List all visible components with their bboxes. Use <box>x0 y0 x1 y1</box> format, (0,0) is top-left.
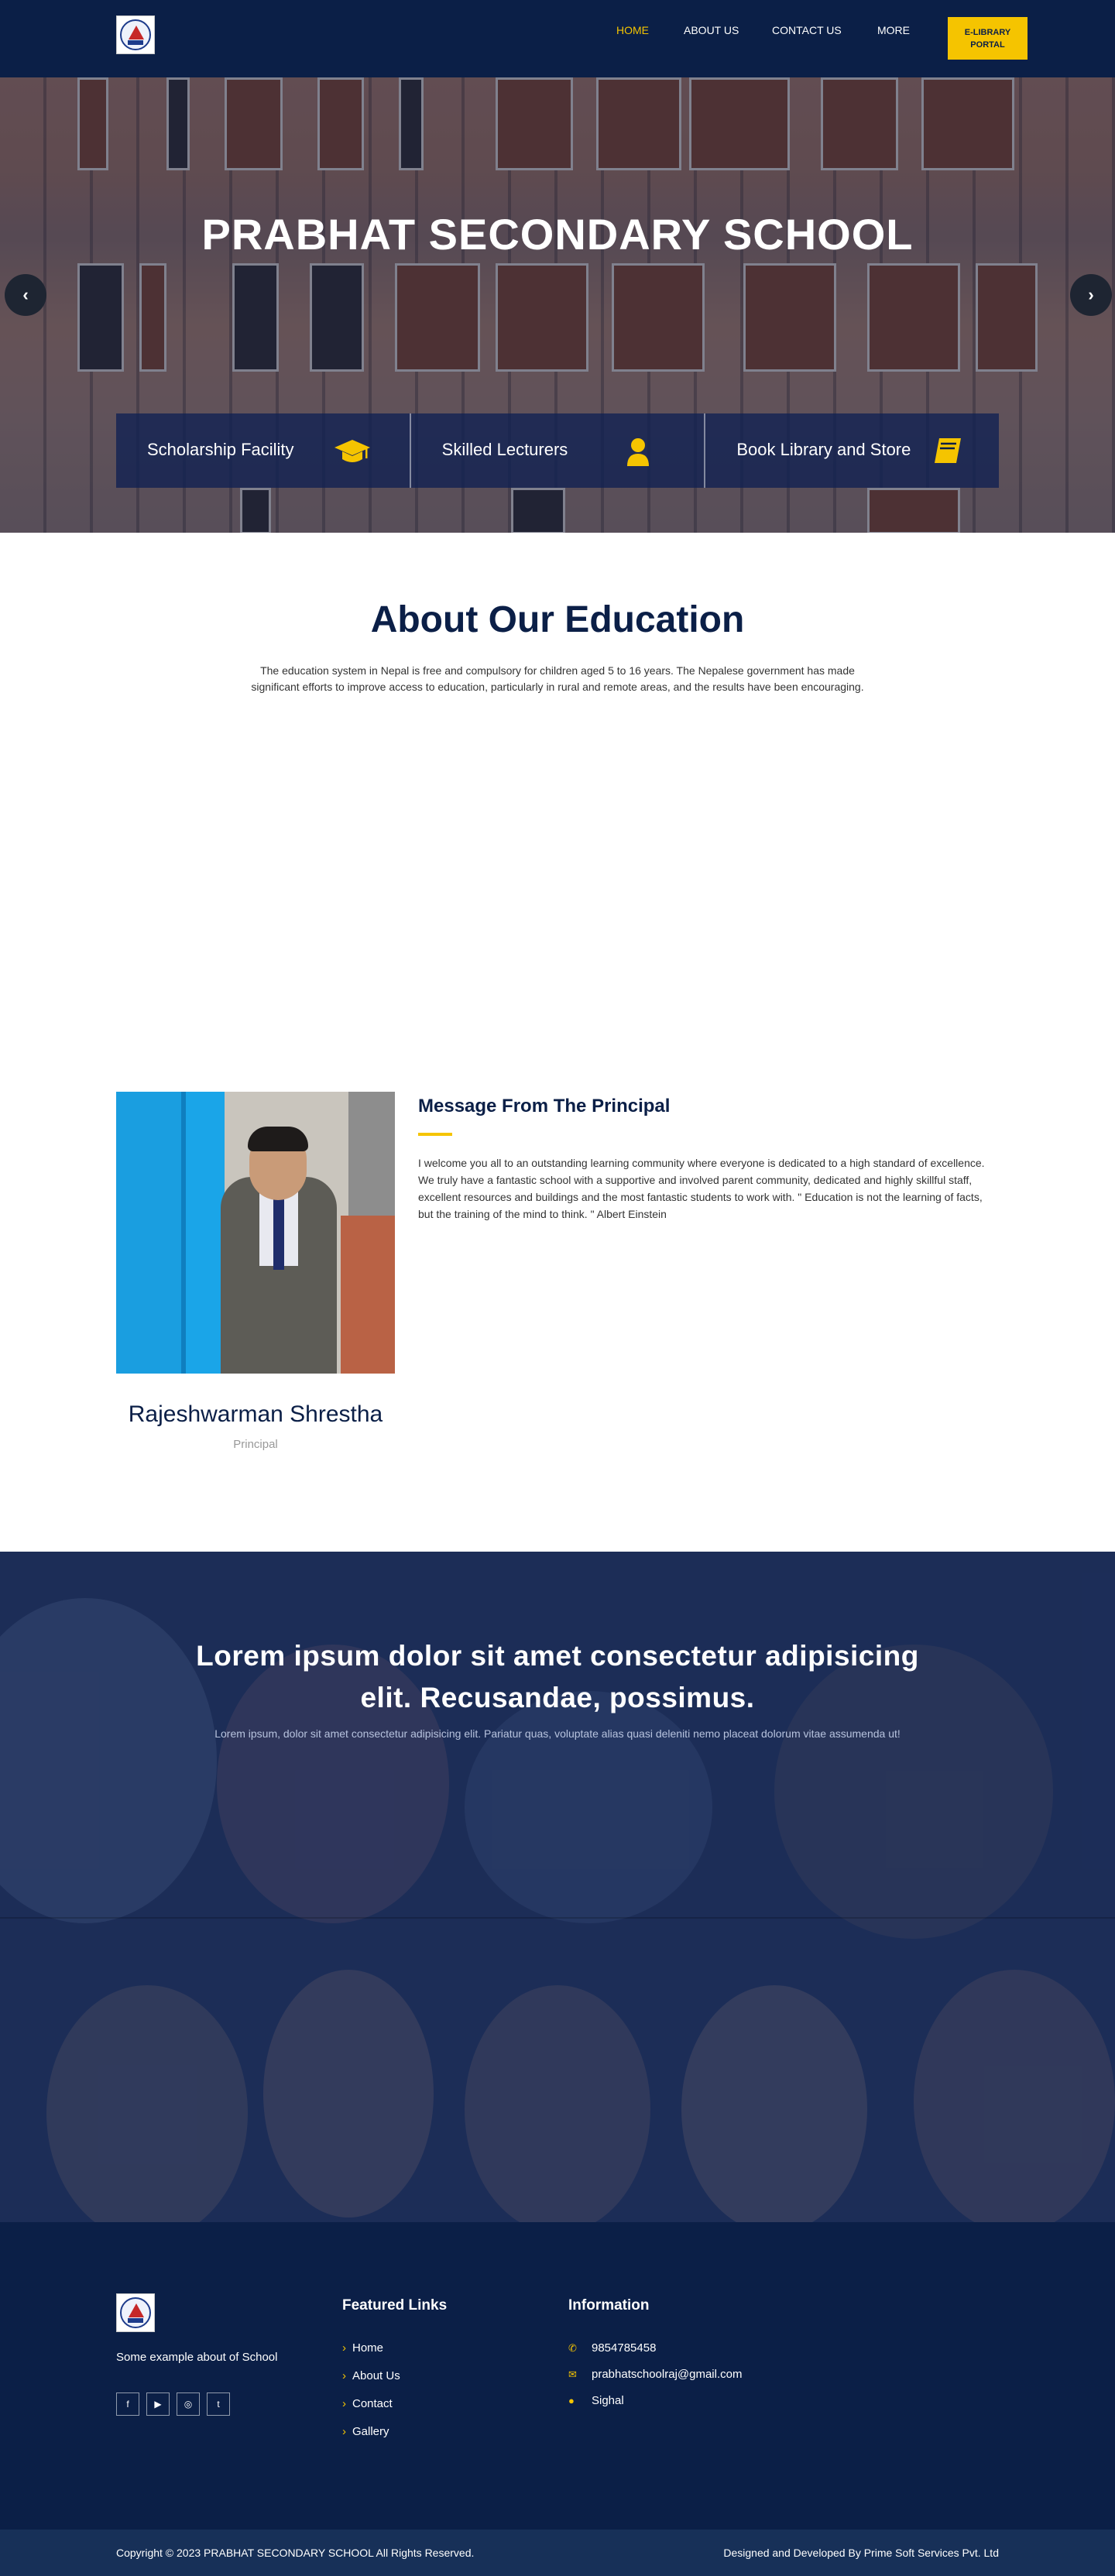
instagram-icon[interactable]: ◎ <box>177 2392 200 2416</box>
elibrary-label-line2: PORTAL <box>970 40 1005 50</box>
footer-link-gallery[interactable]: › Gallery <box>342 2425 389 2438</box>
phone-number: 9854785458 <box>592 2341 657 2355</box>
footer: Some example about of School f ▶ ◎ t Fea… <box>0 2222 1115 2530</box>
feature-library[interactable]: Book Library and Store <box>705 413 1000 488</box>
featured-links-heading: Featured Links <box>342 2297 448 2314</box>
feature-label: Skilled Lecturers <box>441 440 568 459</box>
footer-logo[interactable] <box>116 2293 155 2332</box>
band-subtitle: Lorem ipsum, dolor sit amet consectetur … <box>214 1727 901 1740</box>
youtube-icon[interactable]: ▶ <box>146 2392 170 2416</box>
email-address: prabhatschoolraj@gmail.com <box>592 2368 743 2381</box>
school-emblem-icon <box>120 2297 151 2328</box>
chevron-right-icon: › <box>342 2397 346 2410</box>
top-navbar: HOME ABOUT US CONTACT US MORE E-LIBRARY … <box>0 0 1115 77</box>
chevron-right-icon: › <box>1088 285 1094 304</box>
principal-role: Principal <box>233 1438 278 1451</box>
feature-label: Scholarship Facility <box>147 440 294 459</box>
footer-about-text: Some example about of School <box>116 2351 278 2364</box>
slider-next-button[interactable]: › <box>1070 274 1112 316</box>
info-email[interactable]: ✉ prabhatschoolraj@gmail.com <box>568 2368 742 2381</box>
nav-more-link[interactable]: MORE <box>877 24 910 36</box>
chevron-right-icon: › <box>342 2425 346 2438</box>
footer-link-label: Home <box>352 2341 384 2355</box>
footer-link-contact[interactable]: › Contact <box>342 2397 393 2410</box>
elibrary-portal-button[interactable]: E-LIBRARY PORTAL <box>948 17 1028 60</box>
band-title: Lorem ipsum dolor sit amet consectetur a… <box>196 1640 919 1713</box>
principal-message-title: Message From The Principal <box>418 1096 671 1116</box>
chevron-right-icon: › <box>342 2369 346 2382</box>
nav-contact-link[interactable]: CONTACT US <box>772 24 842 36</box>
footer-link-label: Gallery <box>352 2425 389 2438</box>
footer-link-label: About Us <box>352 2369 400 2382</box>
information-heading: Information <box>568 2297 650 2314</box>
facebook-icon[interactable]: f <box>116 2392 139 2416</box>
developer-credit[interactable]: Designed and Developed By Prime Soft Ser… <box>723 2547 999 2559</box>
slider-prev-button[interactable]: ‹ <box>5 274 46 316</box>
nav-about-link[interactable]: ABOUT US <box>684 24 739 36</box>
feature-scholarship[interactable]: Scholarship Facility <box>116 413 411 488</box>
school-emblem-icon <box>120 19 151 50</box>
quote-band: Lorem ipsum dolor sit amet consectetur a… <box>0 1552 1115 2222</box>
footer-link-about[interactable]: › About Us <box>342 2369 400 2382</box>
book-icon <box>935 438 962 463</box>
hero-title: PRABHAT SECONDARY SCHOOL <box>201 210 914 259</box>
principal-name: Rajeshwarman Shrestha <box>128 1401 383 1427</box>
envelope-icon: ✉ <box>568 2368 577 2380</box>
footer-link-home[interactable]: › Home <box>342 2341 383 2355</box>
location-text: Sighal <box>592 2394 624 2407</box>
footer-link-label: Contact <box>352 2397 393 2410</box>
map-marker-icon: ● <box>568 2395 575 2406</box>
twitter-icon[interactable]: t <box>207 2392 230 2416</box>
copyright-text: Copyright © 2023 PRABHAT SECONDARY SCHOO… <box>116 2547 475 2559</box>
info-location: ● Sighal <box>568 2394 624 2407</box>
title-underline <box>418 1133 452 1136</box>
hero-slider: PRABHAT SECONDARY SCHOOL ‹ › Scholarship… <box>0 77 1115 533</box>
graduation-cap-icon <box>334 440 370 462</box>
about-text: The education system in Nepal is free an… <box>251 664 864 693</box>
school-logo[interactable] <box>116 15 155 54</box>
info-phone[interactable]: ✆ 9854785458 <box>568 2341 656 2355</box>
phone-icon: ✆ <box>568 2342 577 2354</box>
nav-home-link[interactable]: HOME <box>616 24 649 36</box>
user-icon <box>626 438 649 466</box>
chevron-right-icon: › <box>342 2341 346 2355</box>
about-title: About Our Education <box>370 599 745 640</box>
principal-message: I welcome you all to an outstanding lear… <box>418 1157 985 1220</box>
feature-strip: Scholarship Facility Skilled Lecturers B… <box>116 413 1000 488</box>
principal-photo <box>116 1092 395 1374</box>
copyright-bar: Copyright © 2023 PRABHAT SECONDARY SCHOO… <box>0 2530 1115 2576</box>
elibrary-label-line1: E-LIBRARY <box>964 28 1011 37</box>
social-links: f ▶ ◎ t <box>116 2392 230 2416</box>
chevron-left-icon: ‹ <box>22 285 29 304</box>
feature-label: Book Library and Store <box>736 440 911 459</box>
feature-lecturers[interactable]: Skilled Lecturers <box>410 413 706 488</box>
